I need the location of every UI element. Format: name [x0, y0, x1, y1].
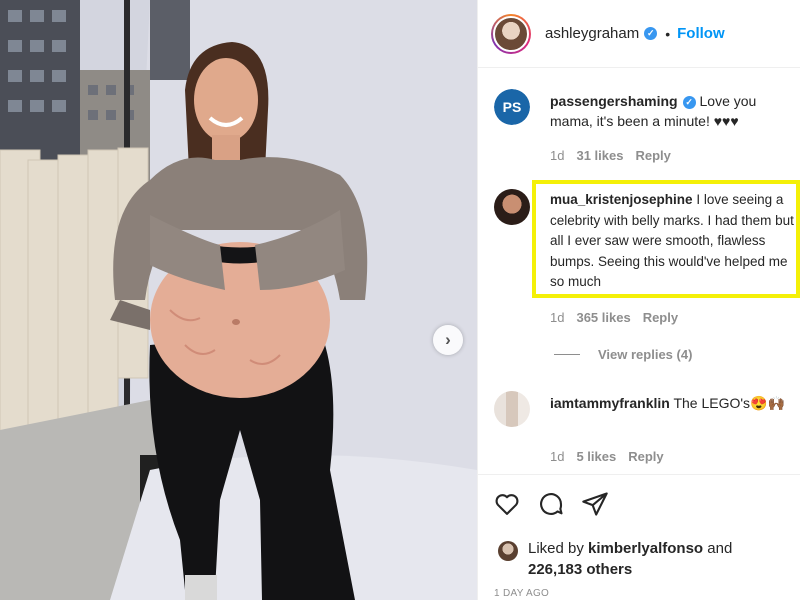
post-date[interactable]: 1 DAY AGO	[494, 588, 549, 599]
comment-username[interactable]: passengershaming	[550, 93, 678, 109]
author-avatar[interactable]	[491, 13, 531, 54]
comment-body: The LEGO's😍🙌🏾	[673, 395, 785, 411]
author-avatar-image	[493, 15, 529, 52]
comment-meta: 1d 365 likes Reply	[550, 310, 678, 325]
reply-button[interactable]: Reply	[628, 449, 663, 464]
post-header: ashleygraham ✓ • Follow	[478, 0, 800, 68]
next-photo-button[interactable]: ›	[433, 325, 463, 355]
comment-text-block: iamtammyfranklin The LEGO's😍🙌🏾	[550, 393, 794, 413]
ps-logo-text: PS	[503, 99, 522, 115]
comment-meta: 1d 5 likes Reply	[550, 449, 664, 464]
commenter-avatar[interactable]: PS	[494, 89, 530, 125]
comment-age: 1d	[550, 449, 565, 464]
comment-icon[interactable]	[537, 490, 565, 518]
chevron-right-icon: ›	[445, 330, 451, 349]
comment-likes[interactable]: 365 likes	[576, 310, 630, 325]
follow-button[interactable]: Follow	[677, 25, 725, 42]
liked-by-user[interactable]: kimberlyalfonso	[588, 540, 703, 557]
author-username[interactable]: ashleygraham	[545, 25, 639, 42]
comment-likes[interactable]: 31 likes	[576, 148, 623, 163]
commenter-avatar[interactable]	[494, 391, 530, 427]
share-icon[interactable]	[581, 490, 609, 518]
liked-by-text: Liked by kimberlyalfonso and 226,183 oth…	[528, 538, 798, 580]
comment-age: 1d	[550, 310, 565, 325]
separator-dot: •	[665, 25, 671, 42]
verified-badge-icon: ✓	[644, 27, 658, 40]
liked-by-others[interactable]: 226,183 others	[528, 561, 632, 578]
view-replies-label: View replies (4)	[598, 347, 693, 362]
photo-illustration	[0, 0, 477, 600]
view-replies-line	[554, 354, 580, 355]
comment-likes[interactable]: 5 likes	[576, 449, 616, 464]
post-side-panel: ashleygraham ✓ • Follow PS passengersham…	[477, 0, 800, 600]
comment-age: 1d	[550, 148, 565, 163]
verified-badge-icon: ✓	[682, 95, 696, 109]
ps-logo-icon: PS	[494, 89, 530, 125]
liked-by-conjunction: and	[707, 540, 733, 557]
comment-meta: 1d 31 likes Reply	[550, 148, 671, 163]
post-photo: ›	[0, 0, 477, 600]
reply-button[interactable]: Reply	[635, 148, 670, 163]
liker-avatar[interactable]	[498, 541, 518, 561]
post-actions	[478, 474, 800, 532]
commenter-avatar[interactable]	[494, 189, 530, 225]
heart-icon[interactable]	[493, 490, 521, 518]
comment-highlight-box	[532, 180, 800, 298]
reply-button[interactable]: Reply	[643, 310, 678, 325]
comment-username[interactable]: iamtammyfranklin	[550, 395, 670, 411]
view-replies-button[interactable]: View replies (4)	[554, 347, 692, 362]
liked-by-prefix: Liked by	[528, 540, 584, 557]
comment-text-block: passengershaming ✓ Love you mama, it's be…	[550, 91, 794, 131]
